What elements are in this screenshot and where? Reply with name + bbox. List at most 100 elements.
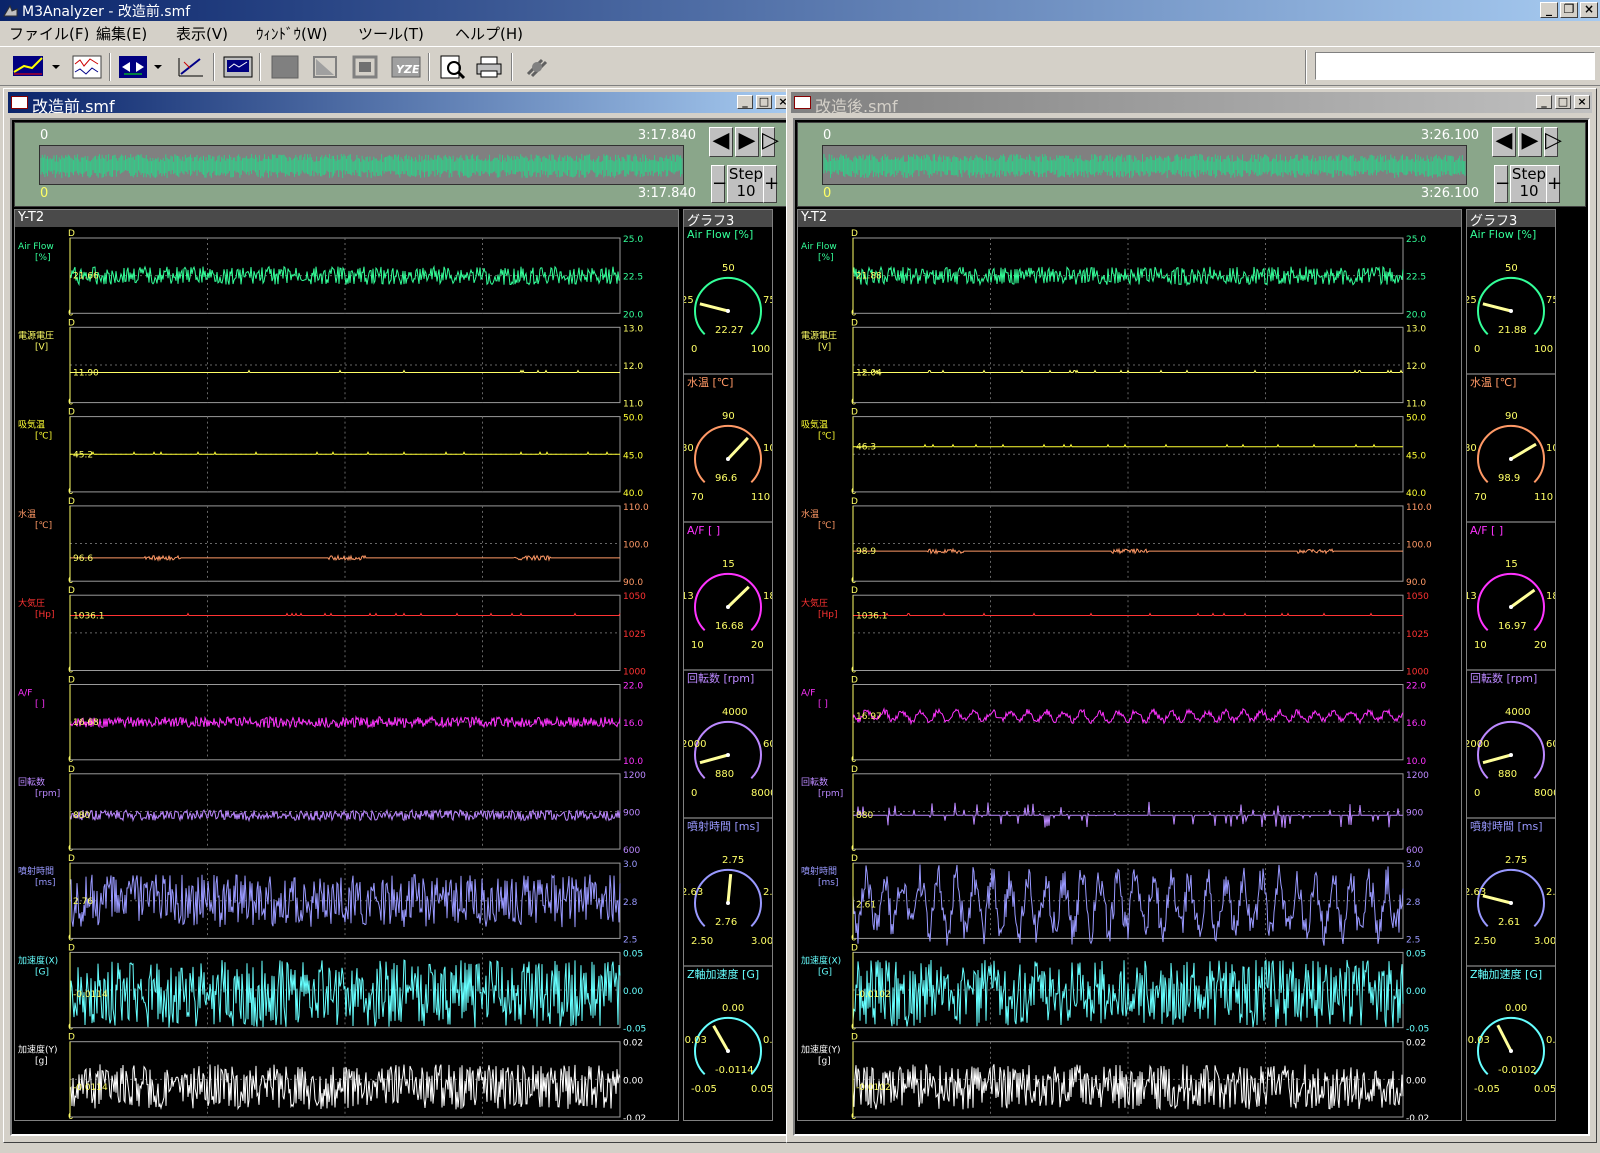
document-icon[interactable] (11, 96, 28, 109)
trace-unit: [ms] (818, 878, 838, 888)
printer-icon[interactable] (474, 54, 502, 80)
gauge-right-label: 75 (763, 295, 772, 306)
child-maximize-icon-2[interactable]: □ (1555, 95, 1571, 109)
gauge-value: 98.9 (1498, 473, 1520, 484)
gauge-top-label: 2.75 (1505, 855, 1527, 866)
yt-graph-canvas[interactable]: Air Flow[%]D025.022.520.021.66電源電圧[V]D01… (15, 227, 678, 1120)
menu-view[interactable]: 表示(V) (176, 23, 228, 44)
trace-name: 吸気温 (801, 419, 828, 431)
sync-icon[interactable] (118, 54, 147, 80)
step-plus-button-2[interactable]: + (1546, 165, 1562, 203)
menu-window[interactable]: ｳｨﾝﾄﾞｳ(W) (256, 23, 328, 44)
trace-cursor-label: D (851, 854, 858, 864)
plugin-icon[interactable] (522, 54, 550, 80)
graph-type-icon[interactable] (12, 54, 43, 80)
close-icon[interactable]: × (1580, 2, 1598, 18)
gray-square-icon[interactable] (270, 54, 299, 80)
step-minus-button[interactable]: − (711, 165, 727, 203)
nav-range-end-label: 3:17.840 (637, 186, 696, 201)
play-button[interactable]: ▶ (735, 127, 759, 157)
play-button-2[interactable]: ▶ (1518, 127, 1542, 157)
gauge-left-label: -0.03 (1467, 1035, 1490, 1046)
gauge-value: 16.97 (1498, 621, 1527, 632)
document-icon-2[interactable] (794, 96, 811, 109)
trace-tick-label: 2.8 (623, 898, 638, 908)
yt-graph-canvas-2[interactable]: Air Flow[%]D025.022.520.021.88電源電圧[V]D01… (798, 227, 1461, 1120)
gauge-hub (726, 309, 730, 313)
child-titlebar: 改造前.smf _ □ × (8, 92, 793, 116)
trace-tick-label: 50.0 (1406, 414, 1426, 424)
child-maximize-icon[interactable]: □ (756, 95, 772, 109)
app-icon[interactable] (3, 3, 18, 17)
trace-tick-label: 12.0 (1406, 362, 1426, 372)
monitor-icon[interactable] (222, 54, 253, 80)
trace-unit: [℃] (818, 432, 835, 442)
gauge-right-label: 2.88 (763, 887, 772, 898)
minimize-icon[interactable]: _ (1540, 2, 1558, 18)
menu-help[interactable]: ヘルプ(H) (455, 23, 523, 44)
trace-tick-label: 100.0 (623, 541, 649, 551)
trace-tick-label: 1050 (1406, 592, 1429, 602)
gauge-max-label: 0.05 (751, 1084, 772, 1095)
gauge-top-label: 50 (1505, 263, 1518, 274)
gauge-value: 880 (715, 769, 734, 780)
waveform-icon[interactable] (72, 54, 102, 80)
trace-cursor-label: D (68, 318, 75, 328)
gauge-top-label: 90 (1505, 411, 1518, 422)
rewind-button-2[interactable]: ◀ (1492, 127, 1516, 157)
trace-tick-label: 110.0 (623, 503, 649, 513)
gauge-canvas: Air Flow [%]502575010022.27水温 [℃]9080100… (684, 228, 772, 1095)
child-minimize-icon-2[interactable]: _ (1536, 95, 1552, 109)
gauge-needle (1510, 442, 1537, 461)
menu-file[interactable]: ファイル(F) (9, 23, 89, 44)
frame-icon[interactable] (350, 54, 378, 80)
trace-tick-label: 600 (1406, 846, 1423, 856)
step-control-2[interactable]: Step 10 (1510, 165, 1548, 203)
menu-tools[interactable]: ツール(T) (358, 23, 424, 44)
gauge-min-label: 0 (1474, 344, 1480, 355)
timeline-track-2[interactable] (822, 145, 1467, 185)
forward-button-2[interactable]: ▷ (1544, 127, 1562, 157)
triangle-frame-icon[interactable] (310, 54, 338, 80)
nav-range-end-label-2: 3:26.100 (1420, 186, 1479, 201)
gauge-right-label: 100 (1546, 443, 1555, 454)
gauge-value: 21.88 (1498, 325, 1527, 336)
child-minimize-icon[interactable]: _ (737, 95, 753, 109)
gauge-left-label: 2.63 (684, 887, 703, 898)
child-title: 改造前.smf (32, 97, 115, 116)
trace-unit: [%] (35, 253, 51, 263)
timeline-waveform (823, 154, 1466, 178)
trace-unit: [G] (818, 967, 832, 977)
trace-cursor-value: 2.76 (73, 897, 93, 907)
forward-button[interactable]: ▷ (761, 127, 779, 157)
trace-tick-label: 0.00 (1406, 987, 1426, 997)
print-preview-icon[interactable] (437, 54, 466, 80)
child-close-icon-2[interactable]: × (1574, 95, 1590, 109)
menu-edit[interactable]: 編集(E) (96, 23, 147, 44)
step-control[interactable]: Step 10 (727, 165, 765, 203)
measure-icon[interactable] (176, 54, 204, 80)
trace-cursor-value: -0.0114 (73, 990, 108, 1000)
trace-cursor-value: -0.0114 (73, 1083, 108, 1093)
restore-icon[interactable]: ❐ (1560, 2, 1578, 18)
trace-unit: [rpm] (35, 789, 60, 799)
timeline-track[interactable] (39, 145, 684, 185)
step-minus-button-2[interactable]: − (1494, 165, 1510, 203)
trace-tick-label: 13.0 (1406, 324, 1426, 334)
step-plus-button[interactable]: + (763, 165, 779, 203)
trace-tick-label: 2.5 (1406, 935, 1420, 945)
rewind-button[interactable]: ◀ (709, 127, 733, 157)
gauge-value: -0.0102 (1498, 1065, 1537, 1076)
trace-tick-label: 1000 (1406, 668, 1429, 678)
gauge-max-label: 110 (1534, 492, 1553, 503)
trace-cursor-label: D (68, 854, 75, 864)
trace-tick-label: 16.0 (623, 719, 643, 729)
gauge-needle (1482, 753, 1512, 765)
trace-tick-label: 0.02 (1406, 1039, 1426, 1049)
gauge-header: グラフ3 (684, 210, 772, 229)
ytz-icon[interactable]: YZE (390, 54, 421, 80)
gauge-min-label: 0 (691, 788, 697, 799)
trace-name: 回転数 (18, 776, 45, 788)
trace-tick-label: 900 (1406, 808, 1423, 818)
gauge-top-label: 2.75 (722, 855, 744, 866)
